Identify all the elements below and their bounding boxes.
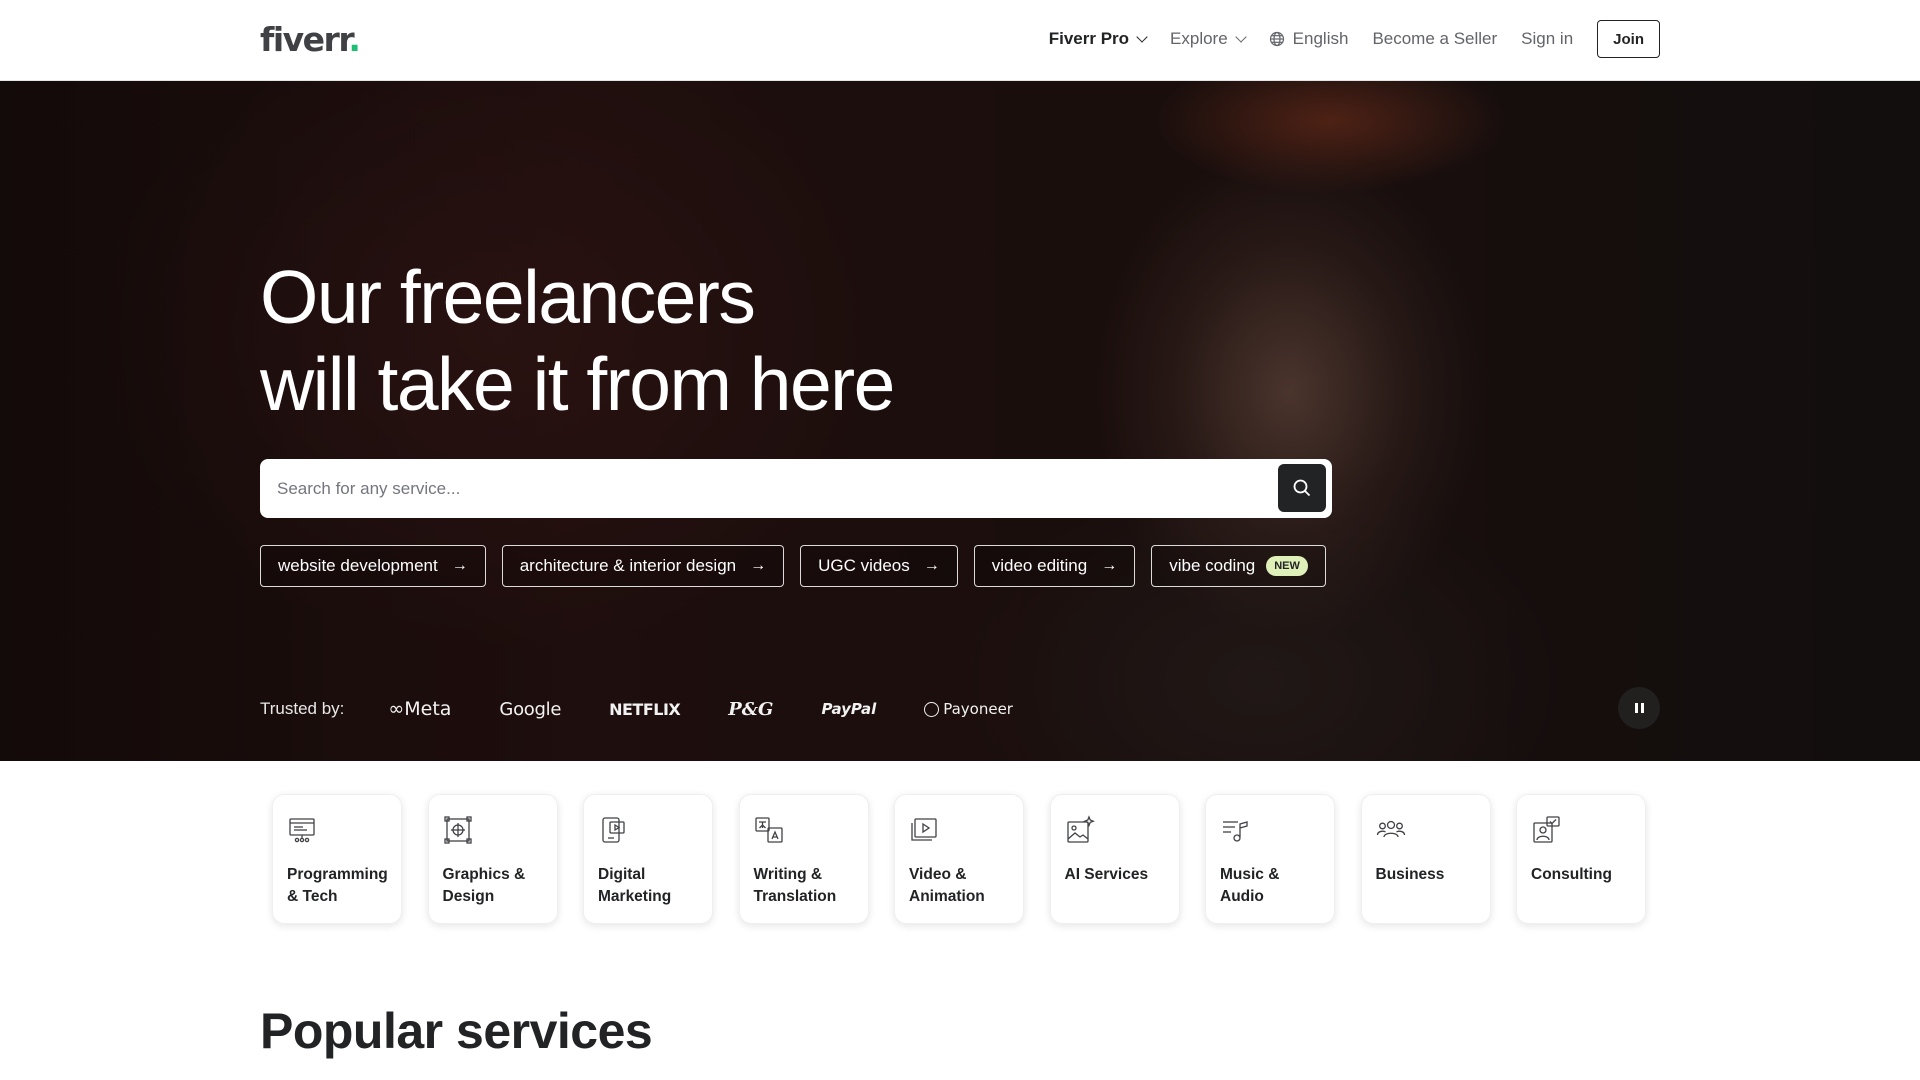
pause-video-button[interactable] (1618, 687, 1660, 729)
become-seller-link[interactable]: Become a Seller (1372, 29, 1497, 49)
arrow-right-icon: → (1101, 557, 1118, 574)
language-selector[interactable]: English (1269, 29, 1349, 49)
chip-label: vibe coding (1169, 556, 1256, 575)
category-graphics-design[interactable]: Graphics & Design (427, 794, 558, 924)
search-bar (260, 459, 1332, 518)
join-button[interactable]: Join (1597, 20, 1660, 58)
language-label: English (1292, 29, 1349, 48)
category-label: Video & Animation (909, 866, 985, 905)
category-video-animation[interactable]: Video & Animation (894, 794, 1024, 924)
video-play-icon (911, 818, 937, 841)
explore-label: Explore (1170, 29, 1228, 48)
translation-icon (754, 817, 783, 843)
paypal-logo: PayPal (821, 700, 877, 718)
consulting-chat-icon (1533, 816, 1560, 843)
arrow-right-icon: → (750, 557, 767, 574)
category-label: Business (1375, 866, 1445, 883)
pause-icon (1634, 703, 1638, 713)
chip-website-development[interactable]: website development → (260, 545, 486, 587)
fiverr-pro-label: Fiverr Pro (1048, 29, 1130, 48)
fiverr-logo[interactable]: fiverr. (260, 20, 361, 59)
suggestion-chips: website development → architecture & int… (260, 545, 1342, 587)
meta-logo: ∞Meta (388, 698, 452, 720)
chip-architecture-interior-design[interactable]: architecture & interior design → (501, 545, 785, 587)
marketing-screen-icon (602, 817, 625, 843)
new-badge: NEW (1266, 556, 1308, 576)
category-cards: Programming & Tech Graphics & Design Digit… (272, 794, 1672, 924)
category-consulting[interactable]: Consulting (1516, 794, 1646, 924)
chip-label: architecture & interior design (519, 556, 737, 575)
category-programming-tech[interactable]: Programming & Tech (272, 794, 402, 924)
category-ai-services[interactable]: AI Services (1049, 794, 1180, 924)
explore-menu[interactable]: Explore (1170, 29, 1247, 49)
pg-logo: P&G (728, 698, 774, 720)
category-music-audio[interactable]: Music & Audio (1205, 794, 1335, 924)
category-label: Writing & Translation (753, 866, 837, 905)
category-label: Consulting (1531, 866, 1612, 883)
chip-vibe-coding[interactable]: vibe coding NEW (1151, 545, 1326, 587)
fiverr-pro-menu[interactable]: Fiverr Pro (1048, 29, 1148, 49)
ai-sparkle-image-icon (1066, 815, 1095, 843)
category-business[interactable]: Business (1360, 794, 1491, 924)
arrow-right-icon: → (451, 557, 468, 574)
netflix-logo: NETFLIX (609, 699, 681, 719)
chip-label: website development (278, 556, 438, 575)
chip-label: video editing (991, 556, 1088, 575)
sign-in-link[interactable]: Sign in (1521, 29, 1573, 49)
chip-ugc-videos[interactable]: UGC videos → (800, 545, 958, 587)
payoneer-ring-icon (924, 701, 940, 717)
globe-icon (1269, 31, 1284, 47)
category-label: Digital Marketing (598, 866, 672, 905)
category-digital-marketing[interactable]: Digital Marketing (583, 794, 713, 924)
payoneer-logo: Payoneer (924, 700, 1013, 718)
category-writing-translation[interactable]: Writing & Translation (738, 794, 869, 924)
popular-services-heading: Popular services (260, 1003, 653, 1059)
google-logo: Google (499, 698, 562, 720)
search-icon (1293, 479, 1311, 497)
trusted-by-bar: Trusted by: ∞Meta Google NETFLIX P&G Pay… (260, 698, 1061, 720)
music-note-icon (1223, 821, 1248, 842)
hero-section: Our freelancerswill take it from here we… (0, 81, 1920, 761)
design-frame-icon (443, 816, 472, 844)
arrow-right-icon: → (923, 557, 940, 574)
category-label: AI Services (1064, 866, 1149, 883)
category-label: Programming & Tech (287, 866, 388, 905)
category-label: Graphics & Design (442, 866, 526, 905)
trusted-by-label: Trusted by: (260, 699, 345, 718)
top-nav: Fiverr Pro Explore English Become a Sell… (1025, 20, 1660, 58)
chevron-down-icon (1235, 30, 1247, 43)
search-button[interactable] (1278, 464, 1326, 512)
search-input[interactable] (260, 459, 1260, 518)
people-group-icon (1376, 820, 1405, 838)
chip-label: UGC videos (818, 556, 910, 575)
site-header: fiverr. Fiverr Pro Explore English Becom… (0, 0, 1920, 81)
hero-title: Our freelancers will take it from here (260, 255, 895, 426)
chevron-down-icon (1136, 30, 1148, 43)
monitor-code-icon (289, 818, 315, 843)
chip-video-editing[interactable]: video editing → (973, 545, 1136, 587)
category-label: Music & Audio (1220, 866, 1280, 905)
